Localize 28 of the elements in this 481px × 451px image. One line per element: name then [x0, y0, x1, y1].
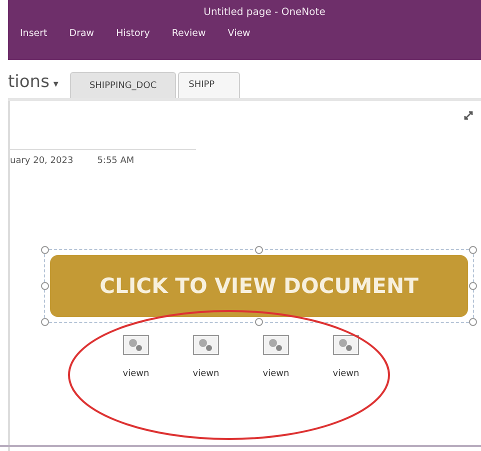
section-tab[interactable]: SHIPP [178, 72, 240, 98]
ribbon-tab[interactable]: History [116, 28, 150, 39]
page-date: uary 20, 2023 [10, 156, 74, 166]
page-time: 5:55 AM [97, 156, 134, 166]
ribbon-tab[interactable]: Draw [69, 28, 94, 39]
file-icon[interactable] [193, 335, 219, 355]
resize-handle[interactable] [255, 318, 263, 326]
file-icon[interactable] [333, 335, 359, 355]
window-title: Untitled page - OneNote [204, 6, 326, 18]
resize-handle[interactable] [41, 318, 49, 326]
ribbon-tab[interactable]: Review [172, 28, 206, 39]
expand-icon[interactable] [464, 111, 473, 120]
resize-handle[interactable] [469, 282, 477, 290]
file-icon[interactable] [263, 335, 289, 355]
attachment-label[interactable]: viewn [332, 369, 360, 379]
attachment-label[interactable]: viewn [122, 369, 150, 379]
resize-handle[interactable] [255, 246, 263, 254]
file-icon[interactable] [123, 335, 149, 355]
sections-label[interactable]: tions ▾ [8, 72, 58, 92]
attachment-label[interactable]: viewn [262, 369, 290, 379]
resize-handle[interactable] [41, 246, 49, 254]
ribbon-tab[interactable]: View [228, 28, 250, 39]
resize-handle[interactable] [469, 246, 477, 254]
ribbon-tab[interactable]: Insert [20, 28, 48, 39]
section-tab[interactable]: SHIPPING_DOC [70, 72, 176, 98]
attachment-label[interactable]: viewn [192, 369, 220, 379]
resize-handle[interactable] [41, 282, 49, 290]
resize-handle[interactable] [469, 318, 477, 326]
